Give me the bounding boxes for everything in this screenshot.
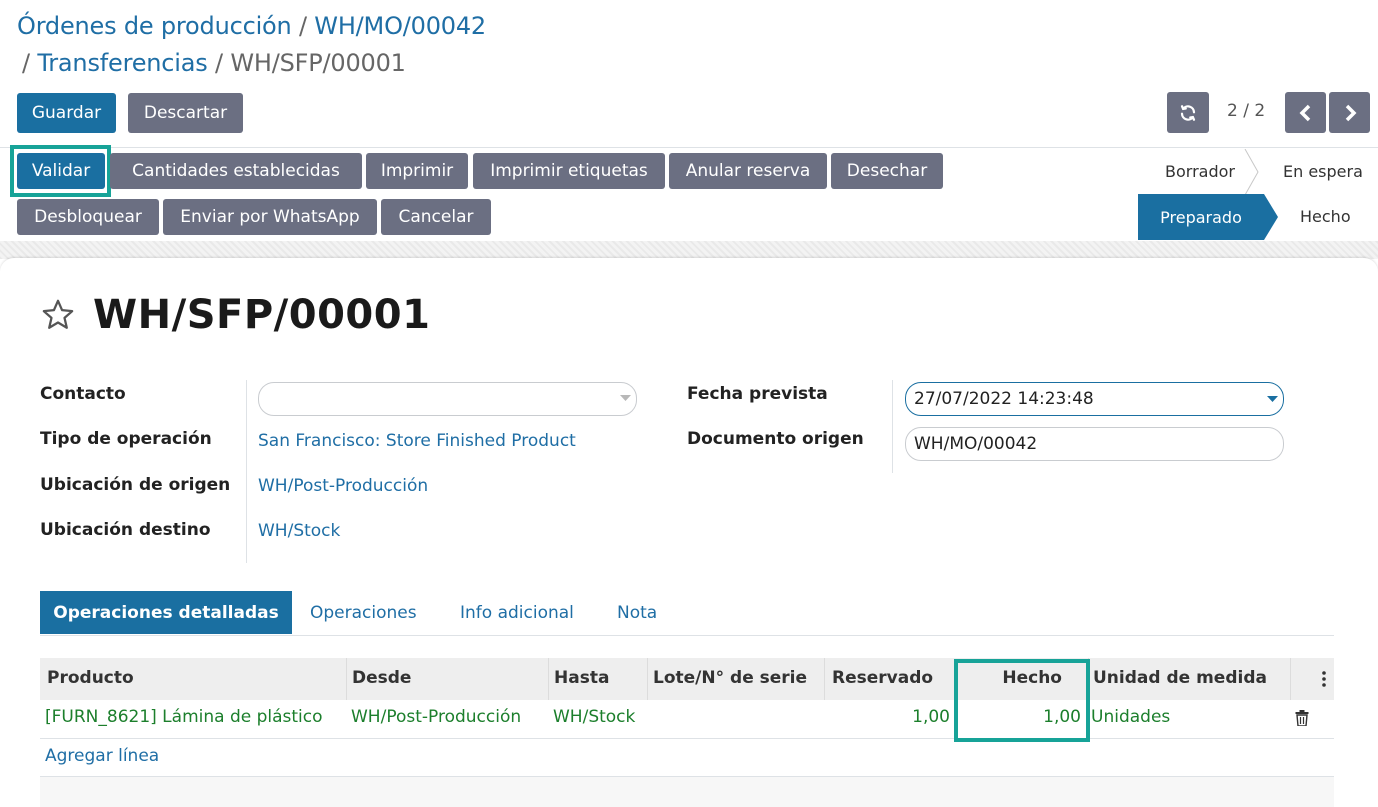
column-product[interactable]: Producto [47,668,134,688]
unreserve-button[interactable]: Anular reserva [669,153,827,189]
source-location-value[interactable]: WH/Post-Producción [258,476,428,496]
status-done[interactable]: Hecho [1300,207,1351,226]
tab-additional-info[interactable]: Info adicional [460,603,574,623]
operation-type-value[interactable]: San Francisco: Store Finished Product [258,431,576,451]
source-location-label: Ubicación de origen [40,475,231,495]
field-divider-right [892,380,893,473]
print-button[interactable]: Imprimir [366,153,468,189]
table-footer [40,777,1334,807]
column-lot-serial[interactable]: Lote/N° de serie [653,668,807,688]
trash-icon[interactable] [1295,710,1309,726]
breadcrumb: Órdenes de producción / WH/MO/00042 [17,12,486,40]
cell-reserved[interactable]: 1,00 [850,707,950,727]
column-reserved[interactable]: Reservado [832,668,933,688]
status-waiting[interactable]: En espera [1283,162,1363,181]
send-whatsapp-button[interactable]: Enviar por WhatsApp [163,199,377,235]
done-column-highlight [954,659,1090,742]
pager-next-button[interactable] [1329,92,1370,133]
breadcrumb-current: WH/SFP/00001 [230,49,406,77]
chevron-left-icon [1299,104,1310,121]
pager-value[interactable]: 2 / 2 [1227,101,1265,121]
tabs-underline [40,635,1334,636]
validate-button[interactable]: Validar [17,153,105,189]
tab-operations[interactable]: Operaciones [310,603,417,623]
status-ready[interactable]: Preparado [1138,194,1264,240]
set-quantities-button[interactable]: Cantidades establecidas [110,153,362,189]
column-unit[interactable]: Unidad de medida [1093,668,1267,688]
column-separator [1290,658,1291,700]
cell-product[interactable]: [FURN_8621] Lámina de plástico [45,707,323,727]
status-arrow-separator [1244,149,1259,195]
breadcrumb-separator: / [215,49,223,77]
breadcrumb-line-2: / Transferencias / WH/SFP/00001 [22,49,406,77]
save-button[interactable]: Guardar [17,93,116,133]
row-divider [40,738,1334,739]
star-outline-icon[interactable] [40,298,76,332]
form-background [0,241,1378,259]
cell-unit[interactable]: Unidades [1091,707,1170,727]
breadcrumb-item-transfers[interactable]: Transferencias [37,49,207,77]
print-labels-button[interactable]: Imprimir etiquetas [473,153,665,189]
chevron-right-icon [1345,104,1356,121]
cancel-button[interactable]: Cancelar [381,199,491,235]
record-title: WH/SFP/00001 [93,292,431,338]
column-separator [824,658,825,700]
contact-field[interactable] [258,382,637,416]
column-separator [548,658,549,700]
breadcrumb-item-production-orders[interactable]: Órdenes de producción [17,12,292,40]
pager-previous-button[interactable] [1285,92,1326,133]
source-document-label: Documento origen [687,429,864,449]
column-separator [346,658,347,700]
cell-from[interactable]: WH/Post-Producción [351,707,521,727]
scheduled-date-field[interactable]: 27/07/2022 14:23:48 [905,382,1284,416]
refresh-icon [1180,104,1196,121]
scrap-button[interactable]: Desechar [831,153,943,189]
column-from[interactable]: Desde [352,668,411,688]
column-separator [647,658,648,700]
destination-location-label: Ubicación destino [40,520,211,540]
refresh-button[interactable] [1167,92,1209,133]
operation-type-label: Tipo de operación [40,429,212,449]
source-document-field[interactable]: WH/MO/00042 [905,427,1284,461]
column-options-icon[interactable] [1321,670,1327,688]
chevron-down-icon [620,395,631,401]
breadcrumb-separator: / [22,49,30,77]
breadcrumb-separator: / [298,12,307,40]
status-active-arrow [1264,194,1278,240]
add-line-link[interactable]: Agregar línea [45,746,159,766]
unlock-button[interactable]: Desbloquear [17,199,159,235]
status-draft[interactable]: Borrador [1165,162,1235,181]
field-divider-left [246,380,247,563]
divider [0,147,1378,148]
tab-detailed-operations[interactable]: Operaciones detalladas [40,591,292,634]
cell-to[interactable]: WH/Stock [553,707,635,727]
tab-note[interactable]: Nota [617,603,657,623]
discard-button[interactable]: Descartar [128,93,243,133]
breadcrumb-item-mo[interactable]: WH/MO/00042 [314,12,486,40]
contact-label: Contacto [40,384,126,404]
column-to[interactable]: Hasta [554,668,609,688]
destination-location-value[interactable]: WH/Stock [258,521,340,541]
chevron-down-icon [1267,396,1278,402]
scheduled-date-label: Fecha prevista [687,384,828,404]
